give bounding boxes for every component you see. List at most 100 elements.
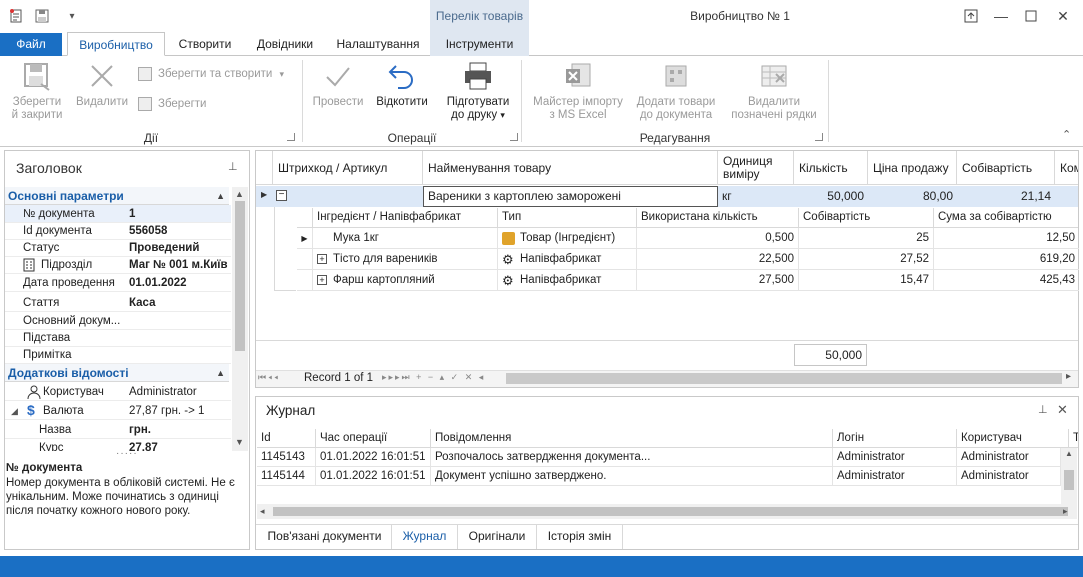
- scroll-left-icon[interactable]: ◂: [260, 506, 265, 517]
- print-button[interactable]: Підготувати до друку ▾: [442, 60, 514, 122]
- goods-box-icon: [502, 232, 515, 245]
- scroll-up-icon[interactable]: ▲: [1065, 449, 1073, 458]
- journal-hscroll[interactable]: ◂ ▸: [257, 504, 1077, 519]
- nav-first-prev-icon[interactable]: ⏮◂◂: [258, 372, 280, 383]
- col-id[interactable]: Id: [257, 429, 316, 448]
- col-user[interactable]: Користувач: [957, 429, 1069, 448]
- splitter-grip[interactable]: ·····: [116, 448, 138, 459]
- left-panel-scrollbar[interactable]: ▲ ▼: [232, 187, 248, 451]
- table-row[interactable]: + Тісто для вареників ⚙ Напівфабрикат 22,5…: [297, 249, 1079, 270]
- prop-row-main-doc[interactable]: Основний докум...: [5, 312, 231, 330]
- prop-row-status[interactable]: Статус Проведений: [5, 239, 231, 257]
- col-message[interactable]: Повідомлення: [431, 429, 833, 448]
- table-row[interactable]: + Фарш картопляний ⚙ Напівфабрикат 27,500 …: [297, 270, 1079, 291]
- prop-row-article[interactable]: Стаття Каса: [5, 294, 231, 312]
- scroll-right-icon[interactable]: ▸: [1066, 371, 1071, 382]
- collapse-ribbon-icon[interactable]: ⌃: [1062, 128, 1071, 141]
- col-ingredient[interactable]: Інгредієнт / Напівфабрикат: [313, 208, 498, 228]
- delete-marked-button[interactable]: Видалити позначені рядки: [726, 60, 822, 122]
- prop-row-basis[interactable]: Підстава: [5, 329, 231, 347]
- maximize-button[interactable]: [1016, 4, 1046, 28]
- col-sale-price[interactable]: Ціна продажу: [868, 151, 957, 185]
- quick-access-dropdown-icon[interactable]: ▾: [62, 6, 82, 26]
- document-icon[interactable]: [6, 6, 26, 26]
- prop-key: Примітка: [23, 349, 72, 361]
- scroll-down-icon[interactable]: ▼: [235, 437, 244, 447]
- prop-row-date[interactable]: Дата проведення 01.01.2022: [5, 274, 231, 292]
- prop-row-currency-name[interactable]: Назва грн.: [5, 421, 231, 439]
- table-row[interactable]: ▶ Мука 1кг Товар (Інгредієнт) 0,500 25 1…: [297, 228, 1079, 249]
- col-comment[interactable]: Ком: [1055, 151, 1078, 185]
- close-icon[interactable]: ✕: [1057, 402, 1068, 418]
- pin-icon[interactable]: ⊥: [1038, 403, 1048, 416]
- expand-tree-icon[interactable]: ◢: [11, 402, 18, 420]
- tab-history[interactable]: Історія змін: [537, 525, 623, 549]
- collapse-detail-icon[interactable]: −: [276, 190, 287, 201]
- scroll-up-icon[interactable]: ▲: [235, 189, 244, 199]
- col-quantity[interactable]: Кількість: [794, 151, 868, 185]
- ribbon-separator: [302, 60, 303, 142]
- col-type[interactable]: Тип: [498, 208, 637, 228]
- tab-tools[interactable]: Інструменти: [430, 32, 529, 56]
- section-extra-info[interactable]: Додаткові відомості ▲: [5, 364, 229, 382]
- nav-next-last-icon[interactable]: ▸▸▸⏭ + − ▴ ✓ ✕ ◂: [382, 372, 485, 383]
- delete-button[interactable]: Видалити: [74, 60, 130, 109]
- tab-file[interactable]: Файл: [0, 33, 62, 56]
- save-close-button[interactable]: Зберегти й закрити: [6, 60, 68, 122]
- tab-journal[interactable]: Журнал: [392, 525, 458, 549]
- col-used-qty[interactable]: Використана кількість: [637, 208, 799, 228]
- section-main-params[interactable]: Основні параметри ▲: [5, 187, 229, 205]
- col-barcode[interactable]: Штрихкод / Артикул: [273, 151, 423, 185]
- col-sum-cost[interactable]: Сума за собівартістю: [934, 208, 1078, 228]
- col-extra[interactable]: Т: [1069, 429, 1078, 448]
- tab-originals[interactable]: Оригінали: [458, 525, 537, 549]
- col-cost[interactable]: Собівартість: [957, 151, 1055, 185]
- col-unit[interactable]: Одиниця виміру: [718, 151, 794, 185]
- add-goods-button[interactable]: Додати товари до документа: [632, 60, 720, 122]
- col-sub-cost[interactable]: Собівартість: [799, 208, 934, 228]
- prop-row-currency[interactable]: ◢ $ Валюта 27,87 грн. -> 1: [5, 402, 231, 420]
- sub-cost: 25: [799, 228, 934, 249]
- save-create-button[interactable]: Зберегти та створити ▾: [138, 67, 298, 81]
- collapse-icon[interactable]: ▲: [216, 364, 225, 382]
- expand-icon[interactable]: +: [317, 254, 327, 264]
- context-tab-label: Перелік товарів: [435, 9, 524, 23]
- journal-vscroll[interactable]: ▲: [1061, 448, 1077, 504]
- group-edit-launcher[interactable]: [815, 133, 823, 141]
- import-excel-button[interactable]: Майстер імпорту з MS Excel: [528, 60, 628, 122]
- total-quantity: 50,000: [794, 344, 867, 366]
- prop-row-doc-id[interactable]: Id документа 556058: [5, 222, 231, 240]
- pin-icon[interactable]: ⊥: [228, 160, 238, 173]
- minimize-button[interactable]: —: [986, 4, 1016, 28]
- journal-user: Administrator: [957, 467, 1061, 486]
- scroll-thumb[interactable]: [235, 201, 245, 351]
- scroll-thumb[interactable]: [1064, 470, 1074, 490]
- save-close-icon: [24, 63, 50, 91]
- scroll-thumb[interactable]: [273, 507, 1068, 516]
- col-product-name[interactable]: Найменування товару: [423, 151, 718, 185]
- col-time[interactable]: Час операції: [316, 429, 431, 448]
- prop-key: Підстава: [23, 332, 71, 344]
- tab-create[interactable]: Створити: [168, 32, 242, 56]
- expand-icon[interactable]: +: [317, 275, 327, 285]
- restore-window-icon[interactable]: [956, 4, 986, 28]
- prop-row-doc-number[interactable]: № документа 1: [5, 205, 231, 223]
- col-login[interactable]: Логін: [833, 429, 957, 448]
- save-button[interactable]: Зберегти: [138, 97, 258, 111]
- tab-related-docs[interactable]: Пов'язані документи: [258, 525, 392, 549]
- grid-hscroll-thumb[interactable]: [506, 373, 1062, 384]
- group-actions-launcher[interactable]: [287, 133, 295, 141]
- tab-production[interactable]: Виробництво: [67, 32, 165, 56]
- scroll-right-icon[interactable]: ▸: [1063, 506, 1068, 517]
- tab-settings[interactable]: Налаштування: [330, 32, 426, 56]
- post-button[interactable]: Провести: [308, 60, 368, 109]
- tab-directories[interactable]: Довідники: [245, 32, 325, 56]
- prop-row-department[interactable]: Підрозділ Маг № 001 м.Київ: [5, 256, 231, 274]
- save-icon[interactable]: [32, 6, 52, 26]
- prop-row-user[interactable]: Користувач Administrator: [5, 383, 231, 401]
- prop-row-note[interactable]: Примітка: [5, 346, 231, 364]
- close-button[interactable]: ✕: [1048, 4, 1078, 28]
- collapse-icon[interactable]: ▲: [216, 187, 225, 205]
- undo-button[interactable]: Відкотити: [372, 60, 432, 109]
- group-operations-launcher[interactable]: [510, 133, 518, 141]
